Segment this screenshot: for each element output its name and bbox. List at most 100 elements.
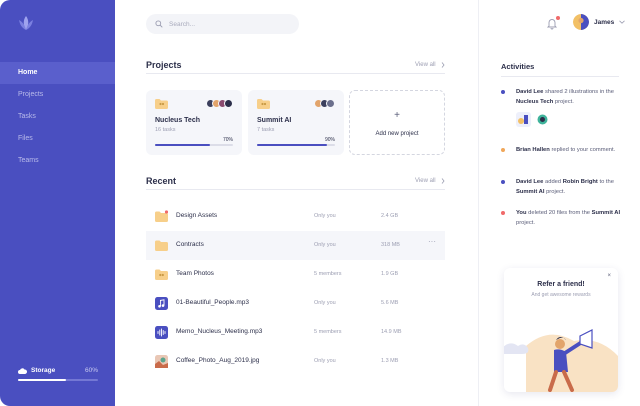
project-task-count: 7 tasks — [257, 127, 275, 133]
refer-friend-card[interactable]: × Refer a friend! And get awesome reward… — [504, 268, 618, 392]
shared-folder-icon — [155, 269, 168, 280]
file-size: 1.3 MB — [381, 358, 399, 364]
illustration-thumbnail[interactable] — [516, 112, 531, 127]
storage-widget: Storage 60% — [18, 367, 98, 381]
user-name: James — [594, 18, 615, 26]
activity-message: deleted 20 files from the — [526, 210, 592, 216]
avatar — [224, 99, 233, 108]
sidebar: Home Projects Tasks Files Teams Storage … — [0, 0, 115, 406]
more-options-icon[interactable]: ··· — [428, 237, 436, 246]
refer-title: Refer a friend! — [537, 281, 585, 288]
activity-actor: David Lee — [516, 89, 544, 95]
storage-label: Storage — [31, 367, 56, 374]
activity-actor: Brian Hallen — [516, 147, 550, 153]
activity-dot — [501, 211, 505, 215]
activity-target[interactable]: Summit AI — [516, 189, 544, 195]
plus-icon: + — [394, 110, 400, 121]
storage-percent: 60% — [84, 367, 98, 374]
folder-icon — [155, 210, 168, 222]
image-thumb-icon — [155, 355, 168, 368]
activity-target[interactable]: Robin Bright — [563, 179, 598, 185]
add-project-button[interactable]: + Add new project — [349, 90, 445, 155]
file-name: Coffee_Photo_Aug_2019.jpg — [176, 357, 260, 364]
file-name: Contracts — [176, 241, 204, 248]
file-row[interactable]: Coffee_Photo_Aug_2019.jpg Only you 1.3 M… — [146, 347, 445, 376]
user-menu[interactable]: James — [573, 14, 626, 30]
cloud-icon — [18, 367, 27, 374]
sidebar-item-projects[interactable]: Projects — [0, 84, 115, 106]
notification-dot — [556, 16, 560, 20]
activity-tail: project. — [516, 219, 536, 226]
project-card-nucleus-tech[interactable]: Nucleus Tech 16 tasks 70% — [146, 90, 242, 155]
activity-tail: project. — [553, 98, 574, 105]
megaphone-illustration — [504, 329, 618, 392]
activity-target[interactable]: Summit AI — [592, 210, 620, 216]
projects-title: Projects — [146, 60, 182, 70]
project-progress-text: 70% — [222, 137, 233, 143]
folder-icon — [155, 240, 168, 251]
activity-actor: You — [516, 210, 527, 216]
sidebar-item-files[interactable]: Files — [0, 128, 115, 150]
sidebar-item-tasks[interactable]: Tasks — [0, 106, 115, 128]
recent-view-all-label: View all — [415, 178, 436, 184]
music-icon — [155, 297, 168, 310]
shared-folder-icon — [257, 99, 270, 109]
activity-dot — [501, 180, 505, 184]
shared-folder-icon — [155, 99, 168, 109]
file-sharing: 5 members — [314, 271, 342, 277]
file-name: Team Photos — [176, 270, 214, 277]
illustration-thumbnail[interactable] — [535, 112, 550, 127]
activity-message: shared 2 illustrations in the — [543, 89, 614, 95]
recent-divider — [146, 189, 445, 190]
file-name: Memo_Nucleus_Meeting.mp3 — [176, 328, 263, 335]
file-row[interactable]: Memo_Nucleus_Meeting.mp3 5 members 14.9 … — [146, 318, 445, 347]
recent-title: Recent — [146, 176, 177, 186]
file-name: 01-Beautiful_People.mp3 — [176, 299, 249, 306]
file-size: 5.6 MB — [381, 300, 399, 306]
project-progress-text: 90% — [324, 137, 335, 143]
recent-files-list: Design Assets Only you 2.4 GB Contracts … — [146, 202, 445, 376]
file-row[interactable]: Team Photos 5 members 1.9 GB — [146, 260, 445, 289]
activity-text: David Lee added Robin Bright to the Summ… — [516, 178, 626, 197]
chevron-down-icon — [619, 20, 626, 24]
activity-message: added — [543, 179, 563, 185]
storage-bar — [18, 379, 98, 381]
activities-title: Activities — [501, 62, 535, 71]
file-row[interactable]: Design Assets Only you 2.4 GB — [146, 202, 445, 231]
activity-text: You deleted 20 files from the Summit AI … — [516, 209, 626, 228]
file-row[interactable]: Contracts Only you 318 MB ··· — [146, 231, 445, 260]
file-row[interactable]: 01-Beautiful_People.mp3 Only you 5.6 MB — [146, 289, 445, 318]
refer-subtitle: And get awesome rewards — [531, 292, 591, 298]
projects-view-all-label: View all — [415, 62, 436, 68]
project-name: Nucleus Tech — [155, 117, 200, 124]
file-size: 1.9 GB — [381, 271, 399, 277]
project-progress-fill — [155, 144, 210, 146]
activity-dot — [501, 90, 505, 94]
file-sharing: Only you — [314, 300, 336, 306]
search-box[interactable] — [146, 14, 299, 34]
file-sharing: Only you — [314, 213, 336, 219]
project-members — [206, 99, 233, 108]
file-size: 14.9 MB — [381, 329, 402, 335]
sidebar-item-teams[interactable]: Teams — [0, 150, 115, 172]
activity-text: Brian Hallen replied to your comment. — [516, 146, 626, 156]
activity-message: replied to your comment. — [549, 147, 616, 153]
activity-actor: David Lee — [516, 179, 544, 185]
logo-icon[interactable] — [16, 14, 36, 34]
activity-text: David Lee shared 2 illustrations in the … — [516, 88, 626, 107]
activity-target[interactable]: Nucleus Tech — [516, 99, 553, 105]
file-size: 2.4 GB — [381, 213, 399, 219]
file-sharing: Only you — [314, 358, 336, 364]
projects-view-all-link[interactable]: View all — [415, 62, 445, 68]
activities-divider — [501, 76, 619, 77]
search-input[interactable] — [169, 20, 289, 28]
sidebar-nav: Home Projects Tasks Files Teams — [0, 62, 115, 172]
file-sharing: 5 members — [314, 329, 342, 335]
project-card-summit-ai[interactable]: Summit AI 7 tasks 90% — [248, 90, 344, 155]
file-name: Design Assets — [176, 212, 218, 219]
sidebar-item-home[interactable]: Home — [0, 62, 115, 84]
activity-attachments — [516, 112, 550, 127]
project-progress-fill — [257, 144, 328, 146]
recent-view-all-link[interactable]: View all — [415, 178, 445, 184]
close-icon[interactable]: × — [607, 273, 611, 279]
